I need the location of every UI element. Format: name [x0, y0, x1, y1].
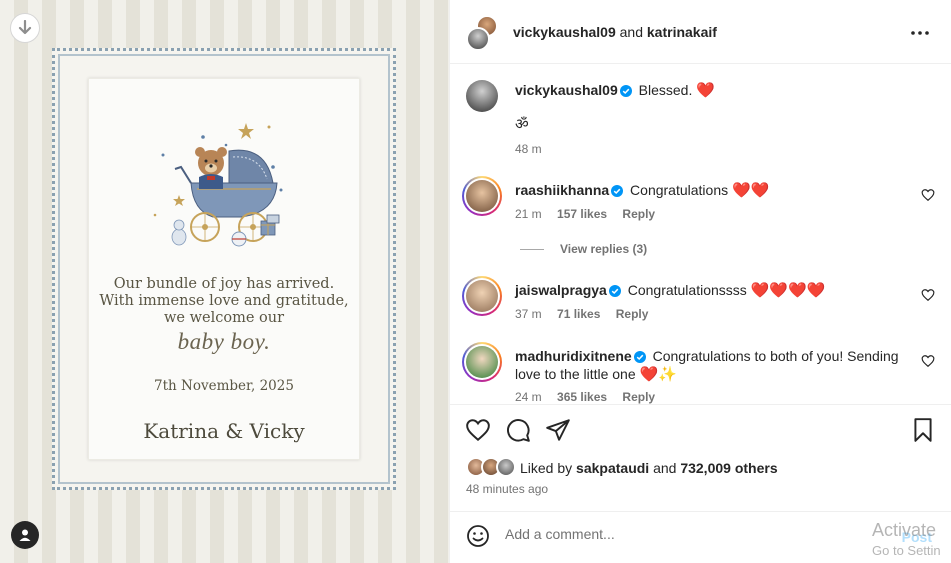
comment-username[interactable]: jaiswalpragya — [515, 282, 607, 298]
post-details-panel: vickykaushal09 and katrinakaif vickykaus… — [449, 0, 951, 563]
liked-by-joiner: and — [649, 460, 681, 476]
view-replies-label: View replies (3) — [560, 242, 648, 256]
comment-time: 24 m — [515, 390, 542, 404]
add-comment-bar: Post Activate Go to Settin — [450, 511, 951, 563]
comment-likes[interactable]: 157 likes — [557, 207, 607, 221]
comment-likes[interactable]: 365 likes — [557, 390, 607, 404]
replies-divider — [520, 249, 544, 251]
card-date: 7th November, 2025 — [154, 378, 294, 394]
download-button[interactable] — [10, 13, 40, 43]
comment-text-line: madhuridixitnene Congratulations to both… — [515, 347, 912, 384]
story-ring[interactable] — [462, 276, 502, 316]
comment-emoji: ❤️✨ — [639, 366, 677, 383]
windows-activation-watermark: Activate Go to Settin — [872, 520, 951, 558]
liked-by-avatars[interactable] — [466, 457, 518, 479]
comment-meta: 21 m 157 likes Reply — [515, 207, 667, 221]
caption-time: 48 m — [515, 142, 542, 156]
card-line-2: With immense love and gratitude, — [99, 293, 349, 309]
avatar — [466, 280, 498, 312]
comment-username[interactable]: raashiikhanna — [515, 182, 609, 198]
comment-time: 37 m — [515, 307, 542, 321]
share-icon[interactable] — [545, 417, 571, 443]
comment-meta: 37 m 71 likes Reply — [515, 307, 660, 321]
post-header: vickykaushal09 and katrinakaif — [450, 0, 951, 64]
emoji-icon[interactable] — [466, 524, 490, 548]
caption-emoji: ❤️ — [696, 82, 715, 99]
avatar — [496, 457, 516, 477]
comment-likes[interactable]: 71 likes — [557, 307, 600, 321]
bookmark-icon[interactable] — [910, 417, 936, 443]
teddy-bear-pram-illustration — [153, 123, 283, 247]
liked-by-prefix: Liked by — [520, 460, 577, 476]
watermark-line-2: Go to Settin — [872, 543, 941, 558]
verified-badge-icon — [633, 351, 646, 363]
author-2-link[interactable]: katrinakaif — [647, 24, 717, 40]
heart-outline-icon[interactable] — [921, 288, 935, 302]
avatar — [466, 27, 490, 51]
announcement-card: Our bundle of joy has arrived. With imme… — [88, 78, 360, 460]
avatar[interactable] — [466, 80, 498, 112]
post-actions-bar — [450, 404, 951, 454]
post-timestamp[interactable]: 48 minutes ago — [466, 482, 548, 496]
view-replies-button[interactable]: View replies (3) — [520, 242, 647, 256]
card-line-3: we welcome our — [163, 310, 285, 326]
card-highlight: baby boy. — [177, 329, 271, 354]
more-options-button[interactable] — [910, 23, 930, 43]
liked-by-text[interactable]: Liked by sakpataudi and 732,009 others — [520, 460, 778, 476]
comment-icon[interactable] — [505, 417, 531, 443]
user-icon — [19, 529, 31, 541]
more-horizontal-icon — [911, 31, 929, 35]
comment-text: Congratulationssss — [627, 282, 747, 298]
comment-emoji: ❤️❤️ — [732, 182, 770, 199]
comment-input[interactable] — [505, 526, 865, 542]
caption-second-line: ॐ — [515, 116, 529, 133]
comments-list[interactable]: vickykaushal09 Blessed. ❤️ ॐ 48 m raashi… — [450, 64, 951, 404]
heart-outline-icon[interactable] — [921, 354, 935, 368]
verified-badge-icon — [611, 185, 624, 197]
avatar — [466, 346, 498, 378]
comment-text: Congratulations — [630, 182, 729, 198]
heart-icon[interactable] — [465, 417, 491, 443]
likes-summary: Liked by sakpataudi and 732,009 others — [466, 457, 946, 479]
comment-time: 21 m — [515, 207, 542, 221]
liked-by-others[interactable]: 732,009 others — [680, 460, 777, 476]
avatar — [466, 180, 498, 212]
caption-meta: 48 m — [515, 142, 554, 156]
comment-emoji: ❤️❤️❤️❤️ — [750, 282, 826, 299]
post-image-panel: Our bundle of joy has arrived. With imme… — [0, 0, 449, 563]
caption-text-line: vickykaushal09 Blessed. ❤️ — [515, 81, 912, 100]
collab-avatars[interactable] — [466, 15, 500, 51]
comment-text-line: jaiswalpragya Congratulationssss ❤️❤️❤️❤… — [515, 281, 912, 300]
author-1-link[interactable]: vickykaushal09 — [513, 24, 616, 40]
arrow-down-icon — [18, 20, 32, 35]
verified-badge-icon — [608, 285, 621, 297]
story-ring[interactable] — [462, 176, 502, 216]
post-authors: vickykaushal09 and katrinakaif — [513, 24, 717, 40]
caption-text: Blessed. — [638, 82, 693, 98]
reply-button[interactable]: Reply — [622, 390, 655, 404]
story-ring[interactable] — [462, 342, 502, 382]
comment-meta: 24 m 365 likes Reply — [515, 390, 667, 404]
verified-badge-icon — [619, 85, 632, 97]
comment-text-line: raashiikhanna Congratulations ❤️❤️ — [515, 181, 912, 200]
reply-button[interactable]: Reply — [622, 207, 655, 221]
reply-button[interactable]: Reply — [616, 307, 649, 321]
card-line-1: Our bundle of joy has arrived. — [113, 276, 335, 292]
comment-username[interactable]: madhuridixitnene — [515, 348, 632, 364]
liked-by-user[interactable]: sakpataudi — [576, 460, 649, 476]
heart-outline-icon[interactable] — [921, 188, 935, 202]
caption-username[interactable]: vickykaushal09 — [515, 82, 618, 98]
card-names: Katrina & Vicky — [143, 419, 305, 443]
watermark-line-1: Activate — [872, 520, 937, 540]
authors-joiner: and — [615, 24, 647, 40]
tagged-users-button[interactable] — [11, 521, 39, 549]
